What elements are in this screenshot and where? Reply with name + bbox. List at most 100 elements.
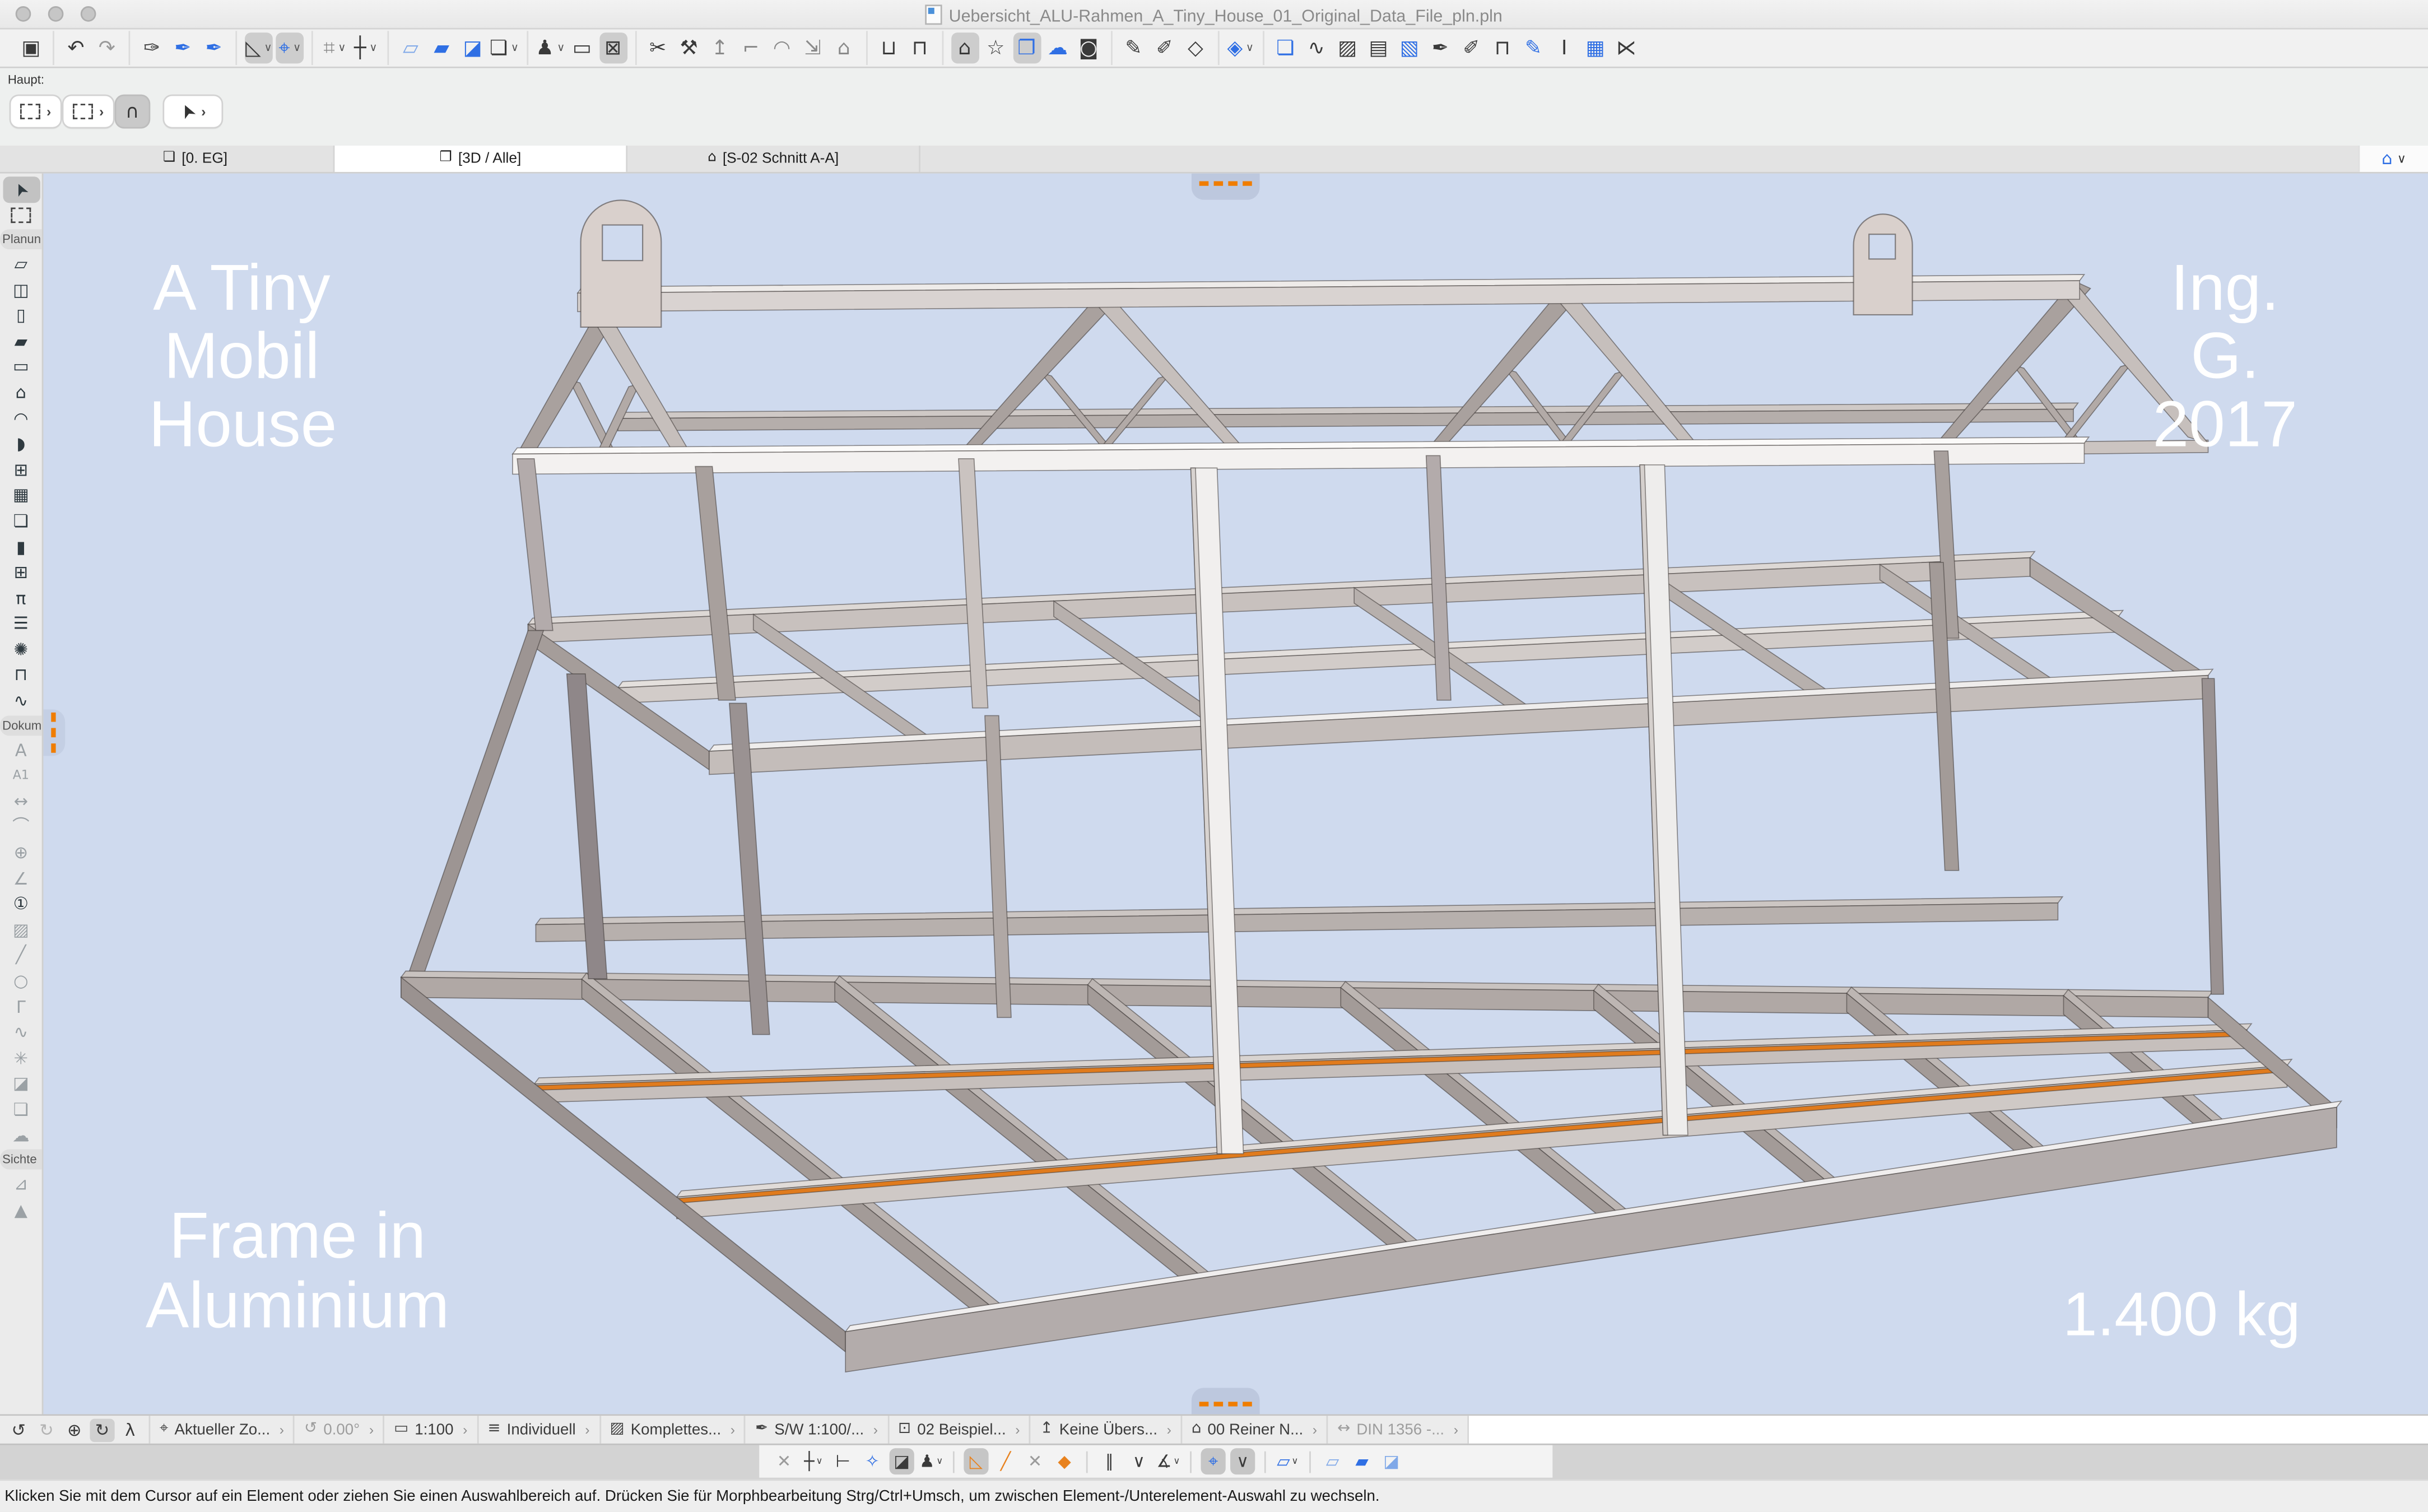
tab-3d[interactable]: ❒[3D / Alle] [334,146,627,172]
frame-copy-icon[interactable]: ❏∨ [490,32,519,63]
guide-lines-icon[interactable]: ┼∨ [801,1448,826,1474]
orbit-icon[interactable]: ↻ [90,1418,114,1441]
door2-tool-icon[interactable]: ▮ [2,534,39,560]
snap-guides-icon[interactable]: ⌖∨ [276,32,304,63]
slab-layers-tool-icon[interactable]: ❏ [2,508,39,534]
spline-tool-icon[interactable]: ∿ [2,1020,39,1045]
document-edit-icon[interactable]: ✎ [1119,32,1147,63]
group-planung[interactable]: Planun [0,230,43,250]
polyline-tool-icon[interactable]: Γ [2,994,39,1020]
stair-tool-icon[interactable]: ☰ [2,611,39,637]
ibeam-profile-icon[interactable]: Ⅰ [1550,32,1578,63]
dimension-standard-field[interactable]: ↔DIN 1356 -...› [1327,1416,1468,1444]
stretch-width-icon[interactable]: ⊔ [875,32,903,63]
parallel-constraint-icon[interactable]: ∥ [1097,1448,1122,1474]
pen-set-field[interactable]: ✒S/W 1:100/...› [745,1416,887,1444]
tab-section[interactable]: ⌂[S-02 Schnitt A-A] [627,146,920,172]
wall-tool-icon[interactable]: ▱ [2,251,39,277]
redo-icon[interactable]: ↷ [93,32,121,63]
zoom-back-icon[interactable]: ↺ [6,1418,31,1441]
zoom-in-icon[interactable]: ⊕ [62,1418,87,1441]
tag-icon[interactable]: ◇ [1182,32,1210,63]
walk-mode-icon[interactable]: λ [118,1418,142,1441]
fill-hatch-icon[interactable]: ▨ [1333,32,1361,63]
plane-edit-icon[interactable]: ◪ [459,32,487,63]
arrow-tool-button[interactable]: ➤› [164,96,222,127]
graphic-override-field[interactable]: ⌂00 Reiner N...› [1181,1416,1327,1444]
intersection-snap-icon[interactable]: ✕ [771,1448,796,1474]
circle-tool-icon[interactable]: ○ [2,969,39,994]
brush-icon[interactable]: ✐ [1457,32,1485,63]
marquee-transform-button[interactable]: › [11,96,61,127]
window-tool-icon[interactable]: ⊞ [2,457,39,482]
element-snap-icon[interactable]: ⌖ [1201,1448,1225,1474]
curtain-wall-tool-icon[interactable]: ▦ [2,482,39,508]
dimension-tool-icon[interactable]: ↔ [2,789,39,815]
tab-floorplan[interactable]: ❏[0. EG] [57,146,334,172]
group-dokumentation[interactable]: Dokum [0,715,43,736]
setsquare-icon[interactable]: ◺ [964,1448,988,1474]
fillet-icon[interactable]: ◠ [768,32,796,63]
level-dimension-tool-icon[interactable]: ⊕ [2,840,39,866]
editing-plane-pen-icon[interactable]: ▱∨ [1275,1448,1300,1474]
surface-snap-icon[interactable]: ◪ [890,1448,914,1474]
3d-viewport[interactable]: A TinyMobilHouse Ing. G.2017 Frame inAlu… [43,174,2428,1415]
plane-horizontal-icon[interactable]: ▱ [1320,1448,1345,1474]
classification-cloud-icon[interactable]: ☁ [1044,32,1072,63]
mesh-tool-icon[interactable]: ∿ [2,688,39,714]
elevation-marker-tool-icon[interactable]: ▲ [2,1197,39,1223]
favorites-star-icon[interactable]: ☆ [982,32,1010,63]
layer-combination-icon[interactable]: ⋉ [1612,32,1640,63]
line-hatch-icon[interactable]: ▧ [1396,32,1424,63]
pane-splitter-top[interactable] [1192,174,1260,200]
renovation-filter-field[interactable]: ↥Keine Übers...› [1029,1416,1180,1444]
profile-boot-icon[interactable]: ⊓ [1489,32,1517,63]
parameter-brush-icon[interactable]: ✐ [1151,32,1179,63]
marquee-tool-icon[interactable] [2,202,39,228]
brick-structure-icon[interactable]: ▤ [1364,32,1392,63]
ruler-guide-icon[interactable]: ⊢ [830,1448,855,1474]
scale-field[interactable]: ▭1:100› [383,1416,477,1444]
door-tool-icon[interactable]: ◫ [2,277,39,303]
magnet-button[interactable]: ∩ [116,96,148,127]
snap-diamond-icon[interactable]: ◆ [1052,1448,1077,1474]
profile-beam-tool-icon[interactable]: ⊓ [2,663,39,688]
drawing-tool-icon[interactable]: ❏ [2,1097,39,1123]
measure-unit-icon[interactable]: ▭ [568,32,596,63]
zoom-forward-icon[interactable]: ↻ [34,1418,59,1441]
element-info-icon[interactable]: ❐ [1013,32,1041,63]
pane-splitter-left[interactable] [43,709,65,756]
split-icon[interactable]: ✂ [644,32,672,63]
section-marker-tool-icon[interactable]: ⊿ [2,1171,39,1197]
bisector-constraint-icon[interactable]: ∡∨ [1156,1448,1180,1474]
model-overview-icon[interactable]: ⌂ [951,32,979,63]
arrow-tool-icon[interactable]: ➤ [2,176,39,202]
layer-combination-field[interactable]: ≡Individuell› [477,1416,599,1444]
undo-icon[interactable]: ↶ [62,32,90,63]
zoom-preset-field[interactable]: ⌖Aktueller Zo...› [149,1416,294,1444]
detail-marker-tool-icon[interactable]: ① [2,891,39,917]
plane-vertical-icon[interactable]: ▰ [1350,1448,1374,1474]
save-icon[interactable]: ▣ [17,32,45,63]
gravity-icon[interactable]: ♟∨ [919,1448,943,1474]
angle-dimension-tool-icon[interactable]: ∠ [2,866,39,891]
fill-tool-icon[interactable]: ▨ [2,917,39,943]
angle-constraint-icon[interactable]: ∨ [1127,1448,1151,1474]
pencil-settings-icon[interactable]: ✎ [1519,32,1547,63]
pen-set-icon[interactable]: ✒ [1426,32,1454,63]
rotation-field[interactable]: ↺0.00°› [294,1416,383,1444]
schedule-grid-icon[interactable]: ▦ [1582,32,1610,63]
plane-auto-icon[interactable]: ◪ [1379,1448,1404,1474]
stretch-window-icon[interactable]: ⊓ [906,32,934,63]
line-tool-icon[interactable]: ╱ [2,943,39,969]
inject-all-icon[interactable]: ✒ [200,32,228,63]
hotspot-tool-icon[interactable]: ✳ [2,1045,39,1071]
layer-copy-icon[interactable]: ❏ [1272,32,1300,63]
window-grid-tool-icon[interactable]: ⊞ [2,560,39,585]
preview-frame-icon[interactable]: ◙ [1075,32,1103,63]
model-view-options-field[interactable]: ⊡02 Beispiel...› [887,1416,1030,1444]
radial-dimension-tool-icon[interactable]: ⌒ [2,814,39,840]
text-tool-icon[interactable]: A [2,737,39,763]
guide-lines-icon[interactable]: ┼∨ [352,32,380,63]
figure-tool-icon[interactable]: ◪ [2,1071,39,1097]
